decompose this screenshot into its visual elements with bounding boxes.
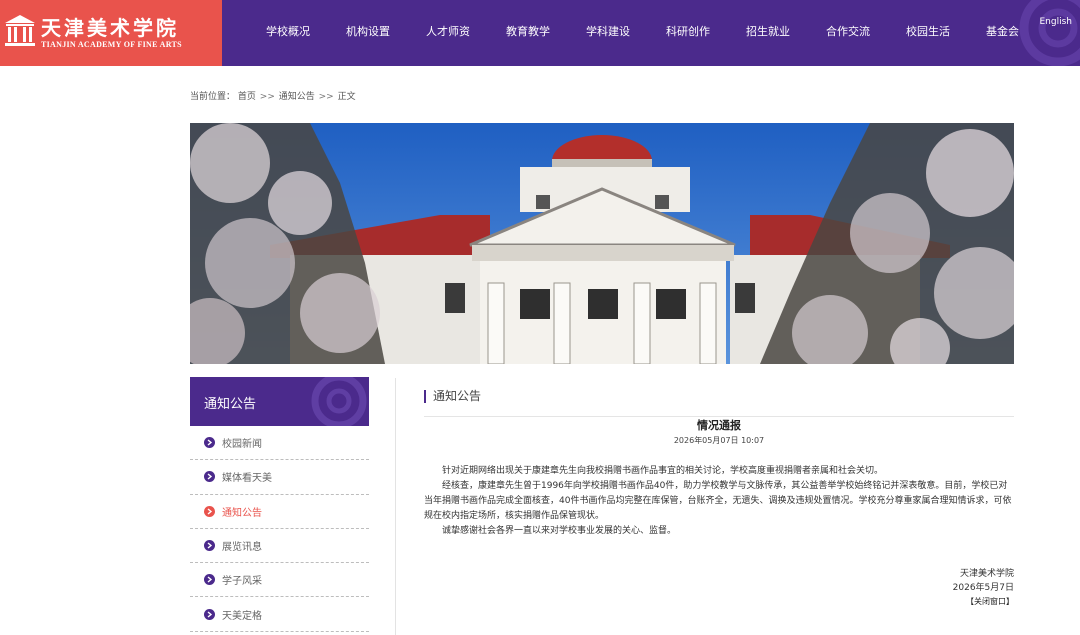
- nav-item-faculty[interactable]: 人才师资: [408, 0, 488, 66]
- breadcrumb-current: 正文: [337, 92, 356, 102]
- signature-org: 天津美术学院: [959, 569, 1014, 579]
- article-title: 情况通报: [697, 419, 741, 432]
- nav-item-research[interactable]: 科研创作: [648, 0, 728, 66]
- sidebar-header: 通知公告: [190, 377, 369, 426]
- breadcrumb-separator: >>: [318, 92, 334, 102]
- section-title: 通知公告: [424, 390, 481, 403]
- breadcrumb-separator: >>: [259, 92, 275, 102]
- arrow-right-icon: [204, 608, 215, 620]
- logo-chinese-name: 天津美术学院: [41, 16, 179, 40]
- arrow-right-icon: [204, 540, 215, 552]
- sidebar-item-notices[interactable]: 通知公告: [190, 495, 369, 529]
- arrow-right-icon: [204, 437, 215, 449]
- main-nav: 学校概况 机构设置 人才师资 教育教学 学科建设 科研创作 招生就业 合作交流 …: [248, 0, 1037, 66]
- nav-item-disciplines[interactable]: 学科建设: [568, 0, 648, 66]
- swirl-decoration-icon: [311, 377, 367, 426]
- logo-english-name: TIANJIN ACADEMY OF FINE ARTS: [41, 40, 182, 49]
- sidebar-item-label: 学子风采: [222, 576, 262, 588]
- sidebar-title: 通知公告: [204, 397, 257, 412]
- close-window-link[interactable]: 【关闭窗口】: [953, 595, 1014, 609]
- sidebar-item-gallery[interactable]: 天美定格: [190, 597, 369, 632]
- nav-item-education[interactable]: 教育教学: [488, 0, 568, 66]
- academy-building-icon: [5, 15, 35, 46]
- sidebar-item-label: 天美定格: [222, 610, 262, 622]
- article-paragraph: 经核查，康建章先生曾于1996年向学校捐赠书画作品40件，助力学校教学与文脉传承…: [424, 481, 1012, 521]
- article-body: 针对近期网络出现关于康建章先生向我校捐赠书画作品事宜的相关讨论，学校高度重视捐赠…: [424, 464, 1014, 539]
- article-date: 2026年05月07日 10:07: [673, 436, 765, 445]
- sidebar-item-students[interactable]: 学子风采: [190, 563, 369, 598]
- sidebar-item-label: 校园新闻: [222, 439, 262, 451]
- signature-date: 2026年5月7日: [952, 583, 1014, 593]
- english-link[interactable]: English: [1040, 17, 1073, 27]
- arrow-right-icon: [204, 505, 215, 517]
- sidebar-item-exhibitions[interactable]: 展览讯息: [190, 529, 369, 564]
- breadcrumb-prefix: 当前位置：: [190, 92, 236, 102]
- breadcrumb: 当前位置： 首页 >> 通知公告 >> 正文: [190, 89, 356, 102]
- campus-banner-image: [190, 123, 1014, 364]
- sidebar-item-campus-news[interactable]: 校园新闻: [190, 426, 369, 461]
- swirl-decoration-icon: [1019, 0, 1080, 66]
- sidebar-item-label: 展览讯息: [222, 542, 262, 554]
- nav-item-cooperation[interactable]: 合作交流: [808, 0, 888, 66]
- sidebar-item-media[interactable]: 媒体看天美: [190, 460, 369, 495]
- article-signature-block: 天津美术学院 2026年5月7日 【关闭窗口】: [953, 567, 1014, 609]
- arrow-right-icon: [204, 574, 215, 586]
- nav-item-about[interactable]: 学校概况: [248, 0, 328, 66]
- column-divider: [395, 378, 396, 635]
- article-paragraph: 诚挚感谢社会各界一直以来对学校事业发展的关心、监督。: [442, 526, 677, 536]
- article-paragraph: 针对近期网络出现关于康建章先生向我校捐赠书画作品事宜的相关讨论，学校高度重视捐赠…: [442, 466, 884, 476]
- nav-item-admissions[interactable]: 招生就业: [728, 0, 808, 66]
- breadcrumb-home[interactable]: 首页: [238, 92, 256, 102]
- arrow-right-icon: [204, 471, 215, 483]
- breadcrumb-notices[interactable]: 通知公告: [279, 92, 315, 102]
- site-header: 天津美术学院 TIANJIN ACADEMY OF FINE ARTS 学校概况…: [0, 0, 1080, 66]
- sidebar-item-label: 媒体看天美: [222, 473, 272, 485]
- sidebar-menu: 校园新闻 媒体看天美 通知公告 展览讯息 学子风采 天美定格: [190, 426, 369, 632]
- logo[interactable]: 天津美术学院 TIANJIN ACADEMY OF FINE ARTS: [0, 0, 222, 66]
- nav-item-departments[interactable]: 机构设置: [328, 0, 408, 66]
- nav-item-campus-life[interactable]: 校园生活: [888, 0, 968, 66]
- sidebar-item-label: 通知公告: [222, 507, 262, 519]
